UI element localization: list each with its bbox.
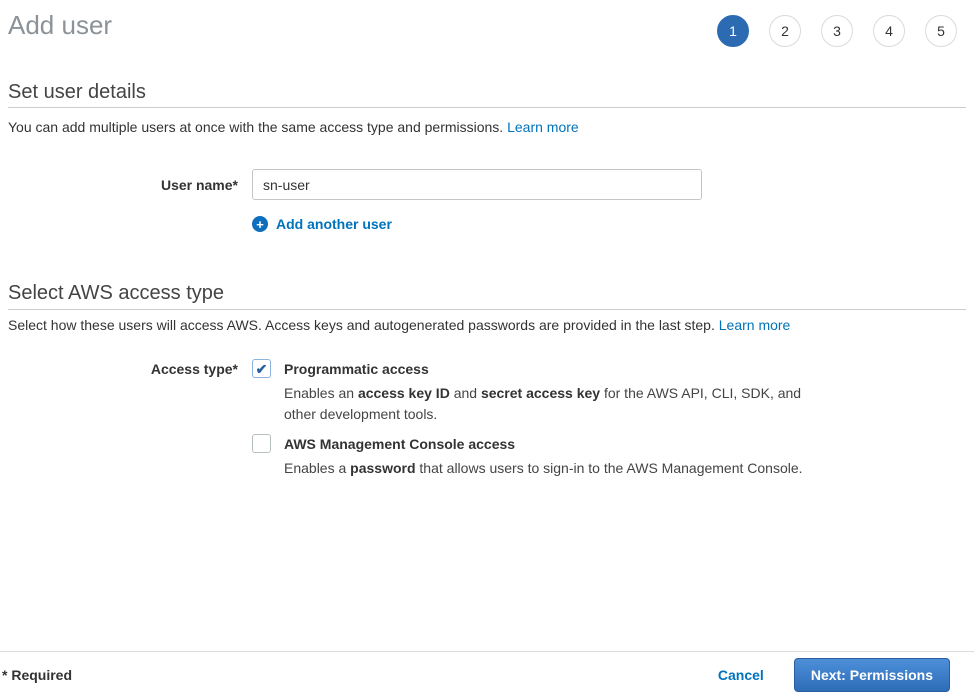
desc-bold-text: password — [350, 460, 415, 476]
footer-actions: Cancel Next: Permissions — [718, 658, 950, 692]
required-note: * Required — [2, 667, 72, 683]
access-type-label: Access type* — [0, 361, 238, 377]
cancel-button[interactable]: Cancel — [718, 667, 764, 683]
learn-more-link-access-type[interactable]: Learn more — [719, 317, 791, 333]
learn-more-link-user-details[interactable]: Learn more — [507, 119, 579, 135]
step-1: 1 — [717, 15, 749, 47]
step-4: 4 — [873, 15, 905, 47]
desc-bold-text: access key ID — [358, 385, 450, 401]
programmatic-access-title: Programmatic access — [284, 361, 429, 377]
add-another-user-button[interactable]: + Add another user — [252, 216, 392, 232]
page-title: Add user — [8, 10, 112, 41]
checkmark-icon: ✔ — [256, 362, 268, 376]
user-details-description: You can add multiple users at once with … — [8, 119, 579, 135]
section-heading-user-details: Set user details — [8, 81, 146, 104]
wizard-step-indicator: 1 2 3 4 5 — [717, 15, 957, 47]
page-header: Add user 1 2 3 4 5 — [0, 0, 974, 64]
step-5: 5 — [925, 15, 957, 47]
programmatic-access-checkbox[interactable]: ✔ — [252, 359, 271, 378]
desc-text: and — [450, 385, 481, 401]
desc-text: that allows users to sign-in to the AWS … — [416, 460, 803, 476]
add-user-page: Add user 1 2 3 4 5 Set user details You … — [0, 0, 974, 697]
access-type-description-text: Select how these users will access AWS. … — [8, 317, 719, 333]
section-heading-access-type: Select AWS access type — [8, 282, 224, 305]
step-3: 3 — [821, 15, 853, 47]
user-details-description-text: You can add multiple users at once with … — [8, 119, 507, 135]
access-type-description: Select how these users will access AWS. … — [8, 317, 790, 333]
console-access-description: Enables a password that allows users to … — [284, 458, 816, 479]
console-access-title: AWS Management Console access — [284, 436, 515, 452]
divider — [8, 107, 966, 108]
divider — [8, 309, 966, 310]
user-name-label: User name* — [0, 177, 238, 193]
step-2: 2 — [769, 15, 801, 47]
add-another-user-label[interactable]: Add another user — [276, 216, 392, 232]
user-name-input[interactable] — [252, 169, 702, 200]
desc-text: Enables an — [284, 385, 358, 401]
footer-bar: * Required Cancel Next: Permissions — [0, 651, 974, 697]
console-access-checkbox[interactable] — [252, 434, 271, 453]
next-permissions-button[interactable]: Next: Permissions — [794, 658, 950, 692]
desc-text: Enables a — [284, 460, 350, 476]
plus-circle-icon: + — [252, 216, 268, 232]
desc-bold-text: secret access key — [481, 385, 600, 401]
programmatic-access-description: Enables an access key ID and secret acce… — [284, 383, 816, 425]
